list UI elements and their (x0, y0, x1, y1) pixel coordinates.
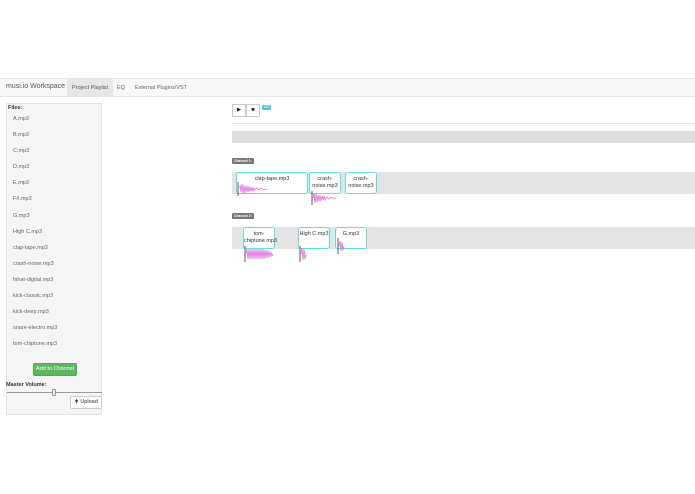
stop-icon: ■ (251, 107, 255, 113)
clip-label: High C.mp3 (299, 231, 329, 237)
clip-label: crash-noise.mp3 (312, 176, 338, 189)
add-to-channel-button[interactable]: Add to Channel (33, 363, 77, 376)
channel-2-label: Channel 2: (232, 213, 254, 219)
clip-label: crash-noise.mp3 (348, 176, 374, 189)
play-button[interactable]: ▶ (232, 104, 246, 117)
channel-1-label: Channel 1: (232, 158, 254, 164)
waveform (311, 191, 337, 205)
file-item[interactable]: crash-noise.mp3 (13, 261, 57, 277)
clip-label: tom-chiptune.mp3 (244, 231, 278, 244)
master-volume-slider-thumb[interactable] (52, 389, 56, 396)
waveform (299, 246, 307, 262)
clip-crash-noise[interactable]: crash-noise.mp3 (345, 172, 377, 194)
play-icon: ▶ (236, 107, 242, 113)
files-panel: Files: A.mp3 B.mp3 C.mp3 D.mp3 E.mp3 F#.… (6, 103, 102, 415)
file-item[interactable]: tom-chiptune.mp3 (13, 341, 57, 357)
file-item[interactable]: clap-tape.mp3 (13, 245, 57, 261)
files-label: Files: (8, 105, 23, 111)
file-item[interactable]: B.mp3 (13, 132, 57, 148)
clip-label: G.mp3 (342, 231, 360, 237)
master-volume-label: Master Volume: (6, 382, 47, 388)
file-item[interactable]: A.mp3 (13, 116, 57, 132)
divider (232, 123, 695, 124)
file-item[interactable]: kick-deep.mp3 (13, 309, 57, 325)
file-item[interactable]: snare-electro.mp3 (13, 325, 57, 341)
file-item[interactable]: E.mp3 (13, 180, 57, 196)
waveform (244, 246, 274, 262)
app-brand[interactable]: musi.io Workspace (6, 83, 65, 90)
file-item[interactable]: kick-classic.mp3 (13, 293, 57, 309)
file-list: A.mp3 B.mp3 C.mp3 D.mp3 E.mp3 F#.mp3 G.m… (13, 116, 57, 357)
file-item[interactable]: D.mp3 (13, 164, 57, 180)
file-item[interactable]: F#.mp3 (13, 196, 57, 212)
upload-button[interactable]: 🠉 Upload (70, 396, 102, 409)
timeline-bar[interactable] (232, 131, 695, 143)
navbar: musi.io Workspace Project Playlist EQ Ex… (0, 78, 695, 97)
tab-external-plugins[interactable]: External Plugins/VST (130, 79, 192, 97)
tab-project-playlist[interactable]: Project Playlist (67, 79, 114, 97)
file-item[interactable]: hihat-digital.mp3 (13, 277, 57, 293)
stop-button[interactable]: ■ (246, 104, 260, 117)
upload-button-label: Upload (80, 399, 98, 405)
waveform (237, 182, 268, 196)
tab-eq[interactable]: EQ (112, 79, 130, 97)
tempo-badge[interactable]: 120 (262, 105, 271, 110)
upload-icon: 🠉 (74, 399, 79, 405)
file-item[interactable]: High C.mp3 (13, 229, 57, 245)
file-item[interactable]: G.mp3 (13, 213, 57, 229)
waveform (337, 238, 345, 254)
file-item[interactable]: C.mp3 (13, 148, 57, 164)
